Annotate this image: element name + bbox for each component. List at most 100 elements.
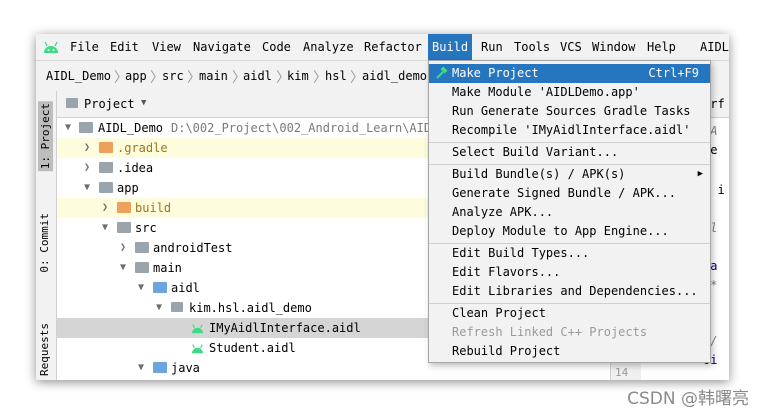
android-icon: [44, 41, 58, 53]
package-icon: [171, 302, 183, 312]
tool-window-strip: 1: Project 0: Commit Requests: [36, 91, 57, 380]
menu-item-edit-libraries[interactable]: Edit Libraries and Dependencies...: [429, 282, 710, 301]
tree-item-label: .idea: [117, 161, 154, 175]
project-tool-button[interactable]: 1: Project: [38, 101, 53, 172]
breadcrumb-item[interactable]: AIDL_Demo: [46, 69, 111, 83]
menu-item-refresh-cpp: Refresh Linked C++ Projects: [429, 323, 710, 342]
chevron-down-icon[interactable]: ▼: [138, 358, 148, 378]
project-root-name: AIDL_Demo: [98, 121, 164, 135]
breadcrumb-item[interactable]: hsl: [325, 69, 347, 83]
menu-view[interactable]: View: [148, 34, 185, 60]
chevron-right-icon[interactable]: ❯: [84, 158, 94, 178]
folder-icon: [99, 162, 113, 173]
tree-item-label: IMyAidlInterface.aidl: [209, 321, 361, 335]
menu-item-label: Analyze APK...: [452, 205, 554, 219]
breadcrumb-item[interactable]: aidl: [243, 69, 272, 83]
breadcrumb-item[interactable]: main: [199, 69, 228, 83]
watermark: CSDN @韩曙亮: [627, 389, 749, 409]
breadcrumb-item[interactable]: src: [162, 69, 184, 83]
tree-item-label: Student.aidl: [209, 341, 296, 355]
tree-item-label: java: [171, 361, 200, 375]
module-folder-icon: [79, 122, 93, 133]
menu-bar: File Edit View Navigate Code Analyze Ref…: [36, 34, 729, 60]
build-menu: Make Project Ctrl+F9 Make Module 'AIDLDe…: [428, 60, 711, 363]
menu-refactor[interactable]: Refactor: [360, 34, 426, 60]
menu-item-edit-flavors[interactable]: Edit Flavors...: [429, 263, 710, 282]
menu-build[interactable]: Build: [428, 34, 473, 60]
breadcrumb-item[interactable]: aidl_demo: [362, 69, 427, 83]
folder-icon: [117, 202, 131, 213]
tree-item-label: kim.hsl.aidl_demo: [189, 301, 312, 315]
menu-item-label: Recompile 'IMyAidlInterface.aidl': [452, 123, 691, 137]
module-folder-icon: [99, 182, 113, 193]
source-folder-icon: [153, 362, 167, 373]
chevron-down-icon[interactable]: ▼: [65, 118, 75, 138]
chevron-down-icon[interactable]: ▼: [84, 178, 94, 198]
project-root-path: D:\002_Project\002_Android_Learn\AIDL: [171, 121, 439, 135]
breadcrumb-item[interactable]: kim: [287, 69, 309, 83]
chevron-down-icon[interactable]: ▼: [102, 218, 112, 238]
chevron-right-icon[interactable]: ❯: [120, 238, 130, 258]
android-file-icon: [192, 324, 203, 334]
menu-item-label: Build Bundle(s) / APK(s): [452, 167, 626, 181]
menu-item-label: Make Module 'AIDLDemo.app': [452, 85, 640, 99]
chevron-down-icon[interactable]: ▼: [120, 258, 130, 278]
menu-item-label: Clean Project: [452, 306, 546, 320]
menu-item-recompile[interactable]: Recompile 'IMyAidlInterface.aidl': [429, 121, 710, 140]
requests-tool-button[interactable]: Requests: [38, 323, 51, 376]
line-number: 14: [615, 366, 629, 379]
tree-item-label: androidTest: [153, 241, 233, 255]
menu-item-clean-project[interactable]: Clean Project: [429, 304, 710, 323]
menu-item-make-project[interactable]: Make Project Ctrl+F9: [429, 64, 710, 83]
menu-file[interactable]: File: [66, 34, 103, 60]
chevron-right-icon[interactable]: ❯: [102, 198, 112, 218]
chevron-down-icon[interactable]: ▼: [141, 98, 146, 108]
android-file-icon: [192, 344, 203, 354]
menu-item-label: Edit Libraries and Dependencies...: [452, 284, 698, 298]
tree-item-label: build: [135, 201, 172, 215]
menu-item-shortcut: Ctrl+F9: [648, 66, 699, 80]
menu-run[interactable]: Run: [477, 34, 507, 60]
menu-item-label: Refresh Linked C++ Projects: [452, 325, 648, 339]
menu-item-edit-build-types[interactable]: Edit Build Types...: [429, 244, 710, 263]
tree-item-label: main: [153, 261, 182, 275]
submenu-arrow-icon: ▶: [697, 169, 703, 179]
commit-tool-button[interactable]: 0: Commit: [38, 213, 51, 273]
menu-item-generate-signed[interactable]: Generate Signed Bundle / APK...: [429, 184, 710, 203]
hammer-icon: [436, 67, 448, 79]
menu-analyze[interactable]: Analyze: [299, 34, 358, 60]
menu-item-rebuild-project[interactable]: Rebuild Project: [429, 342, 710, 361]
menu-item-make-module[interactable]: Make Module 'AIDLDemo.app': [429, 83, 710, 102]
tree-item-label: src: [135, 221, 157, 235]
menu-item-run-generate-sources[interactable]: Run Generate Sources Gradle Tasks: [429, 102, 710, 121]
menu-item-label: Generate Signed Bundle / APK...: [452, 186, 676, 200]
menu-item-build-bundles[interactable]: Build Bundle(s) / APK(s) ▶: [429, 165, 710, 184]
menu-item-label: Select Build Variant...: [452, 145, 619, 159]
chevron-down-icon[interactable]: ▼: [138, 278, 148, 298]
window-title: AIDL: [700, 40, 729, 54]
tree-item-label: .gradle: [117, 141, 168, 155]
menu-item-label: Rebuild Project: [452, 344, 561, 358]
menu-item-analyze-apk[interactable]: Analyze APK...: [429, 203, 710, 222]
menu-code[interactable]: Code: [258, 34, 295, 60]
menu-item-deploy-module[interactable]: Deploy Module to App Engine...: [429, 222, 710, 241]
tree-item-label: app: [117, 181, 139, 195]
folder-icon: [135, 242, 149, 253]
project-view-selector[interactable]: Project: [84, 97, 135, 111]
menu-navigate[interactable]: Navigate: [189, 34, 255, 60]
menu-item-label: Edit Build Types...: [452, 246, 590, 260]
folder-icon: [99, 142, 113, 153]
menu-item-label: Make Project: [452, 66, 539, 80]
project-view-icon: [66, 98, 78, 108]
menu-item-select-build-variant[interactable]: Select Build Variant...: [429, 143, 710, 162]
menu-item-label: Deploy Module to App Engine...: [452, 224, 669, 238]
menu-window[interactable]: Window: [588, 34, 639, 60]
menu-vcs[interactable]: VCS: [556, 34, 586, 60]
chevron-down-icon[interactable]: ▼: [156, 298, 166, 318]
menu-help[interactable]: Help: [643, 34, 680, 60]
menu-tools[interactable]: Tools: [510, 34, 554, 60]
breadcrumb-item[interactable]: app: [125, 69, 147, 83]
chevron-right-icon[interactable]: ❯: [84, 138, 94, 158]
menu-item-label: Edit Flavors...: [452, 265, 561, 279]
menu-edit[interactable]: Edit: [106, 34, 143, 60]
